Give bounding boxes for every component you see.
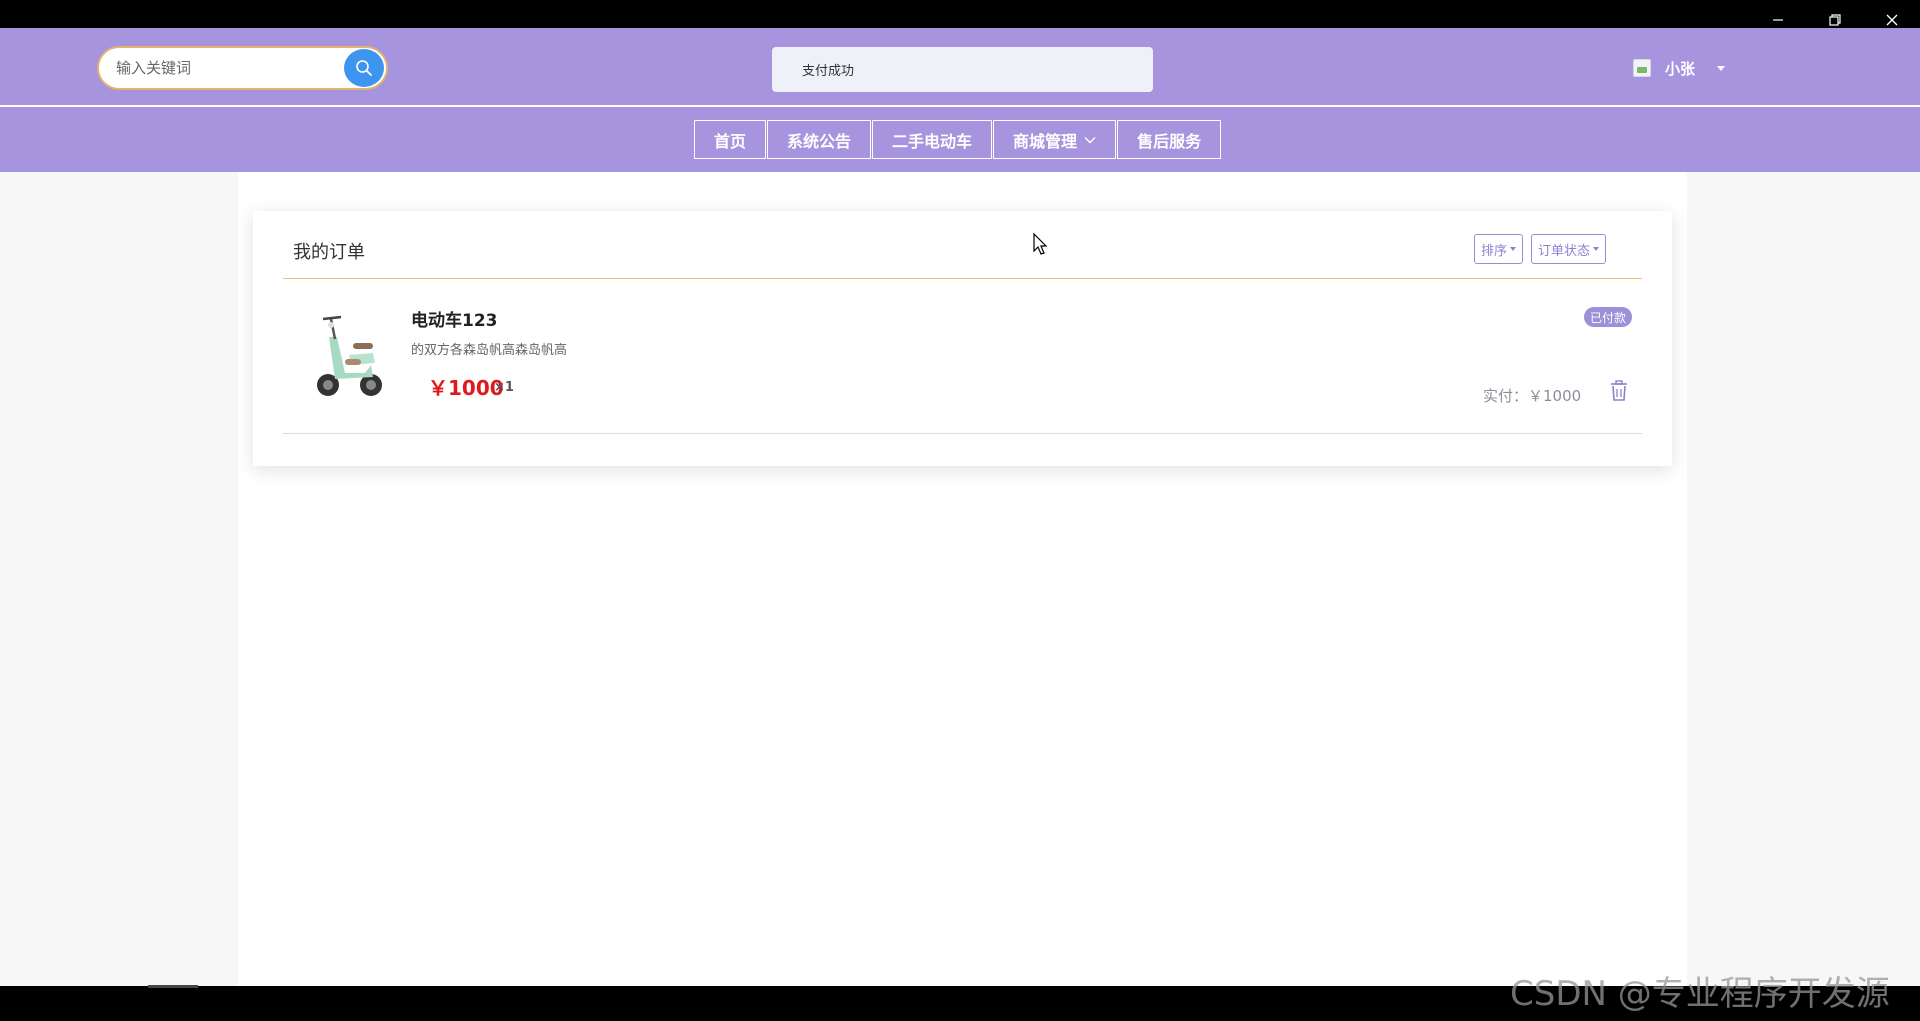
caret-down-icon: [1510, 247, 1517, 251]
nav-item-used-ebikes[interactable]: 二手电动车: [872, 120, 993, 159]
chevron-down-icon: [1084, 136, 1096, 143]
order-item: 电动车123 的双方各森岛帆高森岛帆高 ￥1000 ×1 已付款 实付：￥100…: [283, 279, 1642, 434]
product-quantity: ×1: [494, 380, 514, 395]
orders-card: 我的订单 排序 订单状态 电动车123 的双方各森岛帆高森岛帆高 ￥1000 ×…: [253, 211, 1672, 466]
nav-item-mall-management[interactable]: 商城管理: [993, 120, 1117, 159]
product-name[interactable]: 电动车123: [411, 306, 498, 331]
watermark: CSDN @专业程序开发源: [1510, 974, 1890, 1014]
product-price: ￥1000: [428, 376, 504, 400]
paid-amount: 实付：￥1000: [1483, 387, 1582, 405]
toast-message: 支付成功: [772, 47, 1153, 92]
scroll-indicator: [148, 985, 198, 988]
user-menu[interactable]: 小张: [1633, 53, 1726, 83]
search-icon: [356, 60, 372, 76]
window-titlebar: [0, 0, 1920, 28]
nav-item-after-sales[interactable]: 售后服务: [1117, 120, 1222, 159]
orders-card-header: 我的订单 排序 订单状态: [283, 211, 1642, 279]
main-nav: 首页 系统公告 二手电动车 商城管理 售后服务: [0, 107, 1920, 172]
product-thumbnail[interactable]: [315, 307, 383, 401]
search-button[interactable]: [344, 49, 384, 87]
nav-item-home[interactable]: 首页: [694, 120, 767, 159]
search-input[interactable]: [99, 48, 339, 88]
nav-item-announcements[interactable]: 系统公告: [767, 120, 872, 159]
order-status-dropdown[interactable]: 订单状态: [1531, 234, 1607, 264]
page-title: 我的订单: [293, 242, 365, 263]
user-name: 小张: [1665, 59, 1696, 78]
avatar: [1633, 59, 1651, 77]
sort-label: 排序: [1481, 243, 1508, 259]
caret-down-icon: [1717, 65, 1726, 71]
search-box: [97, 46, 388, 90]
top-header: 支付成功 小张: [0, 28, 1920, 107]
caret-down-icon: [1593, 247, 1600, 251]
status-badge: 已付款: [1584, 307, 1633, 327]
order-status-label: 订单状态: [1538, 243, 1591, 259]
trash-icon[interactable]: [1609, 380, 1629, 402]
product-description: 的双方各森岛帆高森岛帆高: [411, 343, 568, 358]
mouse-cursor-icon: [1033, 233, 1048, 255]
sort-dropdown[interactable]: 排序: [1474, 234, 1524, 264]
